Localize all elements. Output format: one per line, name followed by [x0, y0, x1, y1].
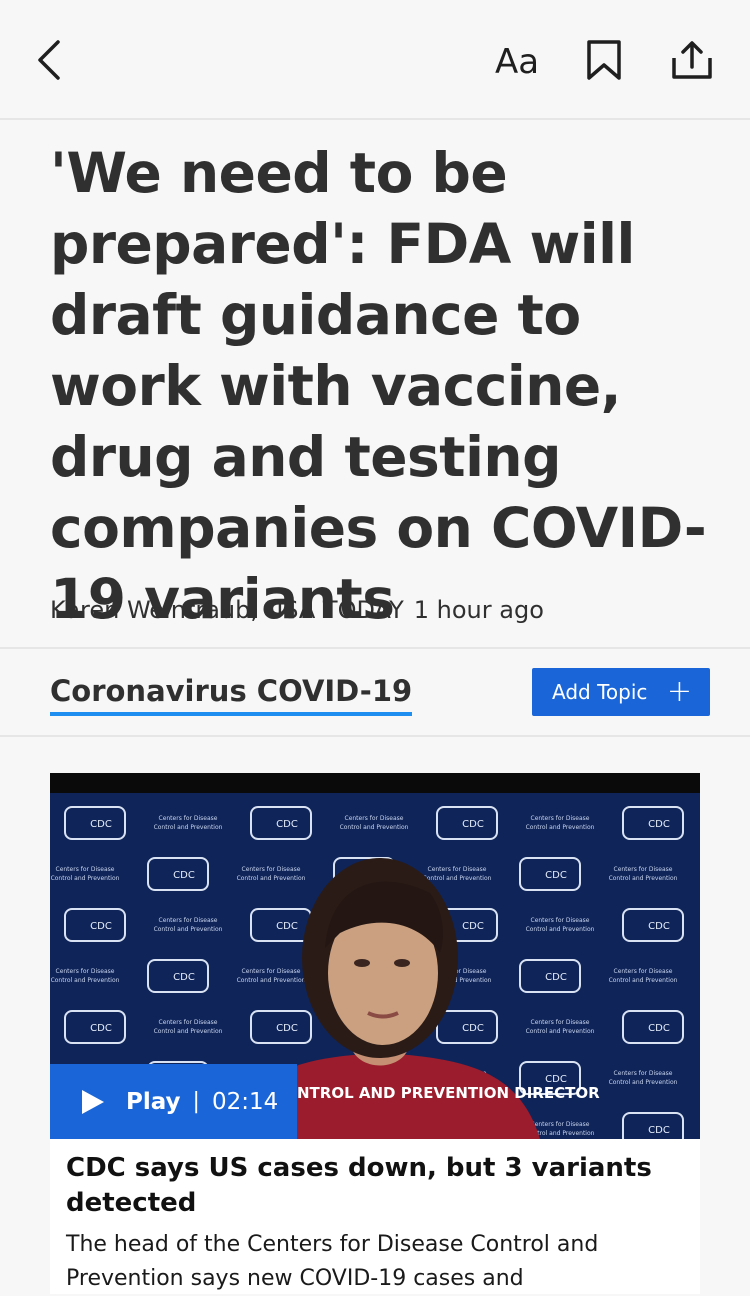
play-icon — [82, 1089, 104, 1114]
cdc-logo-text: CDC — [462, 819, 484, 830]
author: Karen Weintraub, USA TODAY — [50, 596, 404, 624]
share-icon — [672, 41, 712, 79]
video-duration: 02:14 — [211, 1088, 279, 1115]
video-thumbnail[interactable]: CDC Centers for Disease Control and Preven… — [50, 773, 700, 1139]
cdc-backdrop-text: Centers for Disease — [56, 866, 115, 873]
cdc-backdrop-text: Centers for Disease — [159, 815, 218, 822]
cdc-backdrop-text: Control and Prevention — [51, 977, 120, 984]
cdc-logo-text: CDC — [462, 921, 484, 932]
add-topic-label: Add Topic — [552, 680, 648, 704]
cdc-backdrop-text: Control and Prevention — [609, 977, 678, 984]
cdc-backdrop-text: Control and Prevention — [423, 875, 492, 882]
cdc-logo-text: CDC — [648, 1125, 670, 1136]
cdc-backdrop-text: Centers for Disease — [56, 968, 115, 975]
cdc-backdrop-text: Centers for Disease — [428, 866, 487, 873]
cdc-backdrop-text: Control and Prevention — [237, 875, 306, 882]
cdc-logo-text: CDC — [462, 1023, 484, 1034]
cdc-logo-text: CDC — [648, 819, 670, 830]
cdc-logo-text: CDC — [648, 1023, 670, 1034]
cdc-backdrop-text: Centers for Disease — [614, 866, 673, 873]
timestamp: 1 hour ago — [413, 596, 544, 624]
cdc-backdrop-text: Centers for Disease — [242, 866, 301, 873]
cdc-backdrop-text: Control and Prevention — [609, 1079, 678, 1086]
cdc-logo-text: CDC — [173, 972, 195, 983]
cdc-backdrop-text: Control and Prevention — [51, 875, 120, 882]
cdc-backdrop-text: Control and Prevention — [609, 875, 678, 882]
bookmark-button[interactable] — [580, 32, 628, 88]
cdc-backdrop-text: Centers for Disease — [531, 815, 590, 822]
top-toolbar: Aa — [0, 0, 750, 120]
byline: Karen Weintraub, USA TODAY 1 hour ago — [50, 596, 544, 624]
article-headline: 'We need to be prepared': FDA will draft… — [50, 141, 707, 631]
cdc-backdrop-text: Centers for Disease — [345, 815, 404, 822]
cdc-backdrop-text: Centers for Disease — [531, 917, 590, 924]
bookmark-icon — [587, 40, 621, 80]
font-size-button[interactable]: Aa — [484, 34, 550, 90]
cdc-logo-text: CDC — [90, 921, 112, 932]
cdc-logo-text: CDC — [276, 921, 298, 932]
cdc-backdrop-text: Control and Prevention — [526, 926, 595, 933]
cdc-backdrop-text: Centers for Disease — [531, 1019, 590, 1026]
play-button[interactable]: Play | 02:14 — [50, 1064, 297, 1139]
back-button[interactable] — [22, 30, 76, 90]
video-title[interactable]: CDC says US cases down, but 3 variants d… — [66, 1151, 666, 1221]
cdc-logo-text: CDC — [545, 870, 567, 881]
add-topic-button[interactable]: Add Topic + — [532, 668, 710, 716]
cdc-backdrop-text: Control and Prevention — [526, 1028, 595, 1035]
topic-link[interactable]: Coronavirus COVID-19 — [50, 674, 413, 716]
cdc-logo-text: CDC — [276, 819, 298, 830]
cdc-logo-text: CDC — [276, 1023, 298, 1034]
lower-third-text: NTROL AND PREVENTION DIRECTOR — [297, 1084, 600, 1102]
video-description: The head of the Centers for Disease Cont… — [66, 1232, 599, 1291]
cdc-backdrop-text: Centers for Disease — [159, 1019, 218, 1026]
share-button[interactable] — [666, 32, 718, 88]
chevron-left-icon — [38, 40, 60, 80]
cdc-logo-text: CDC — [545, 972, 567, 983]
cdc-logo-text: CDC — [648, 921, 670, 932]
cdc-backdrop-text: Control and Prevention — [154, 1028, 223, 1035]
cdc-backdrop-text: Control and Prevention — [237, 977, 306, 984]
cdc-backdrop-text: Control and Prevention — [154, 926, 223, 933]
video-card[interactable]: CDC Centers for Disease Control and Preven… — [50, 773, 700, 1294]
cdc-backdrop-text: Centers for Disease — [159, 917, 218, 924]
cdc-logo-text: CDC — [90, 819, 112, 830]
divider — [0, 647, 750, 649]
cdc-backdrop-text: Centers for Disease — [614, 1070, 673, 1077]
cdc-backdrop-text: Control and Prevention — [340, 824, 409, 831]
plus-icon: + — [666, 674, 692, 709]
cdc-backdrop-text: Centers for Disease — [242, 968, 301, 975]
cdc-backdrop-text: Centers for Disease — [614, 968, 673, 975]
play-label: Play — [126, 1088, 181, 1115]
cdc-backdrop-text: Control and Prevention — [154, 824, 223, 831]
cdc-logo-text: CDC — [90, 1023, 112, 1034]
cdc-backdrop-text: Centers for Disease — [531, 1121, 590, 1128]
separator: | — [192, 1089, 200, 1114]
cdc-backdrop-text: Control and Prevention — [526, 824, 595, 831]
cdc-logo-text: CDC — [173, 870, 195, 881]
divider — [0, 735, 750, 737]
